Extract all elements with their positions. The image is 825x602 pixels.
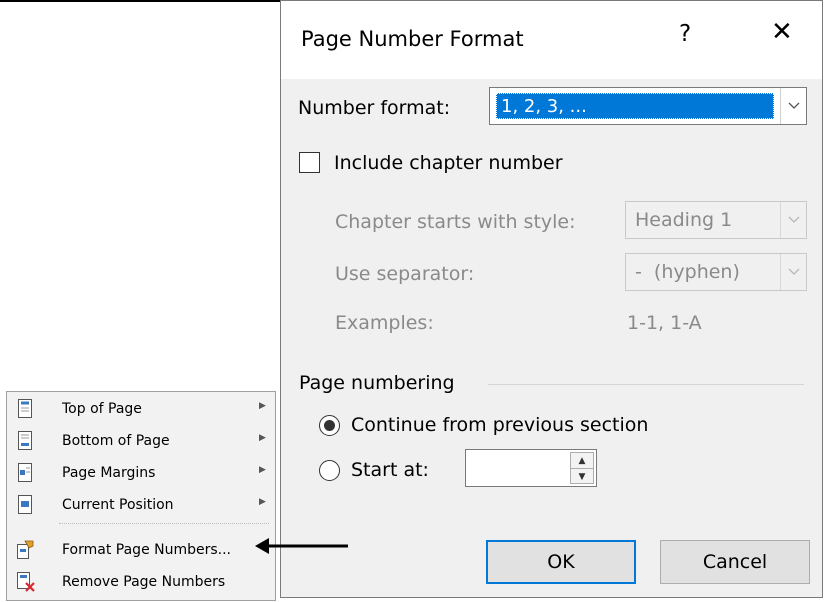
menu-item-remove-page-numbers[interactable]: Remove Page Numbers <box>7 567 275 597</box>
remove-page-numbers-icon <box>17 572 35 592</box>
top-border-line <box>0 0 281 2</box>
separator-select[interactable]: - (hyphen) <box>625 253 807 291</box>
page-numbers-menu: Top of Page ▶ Bottom of Page ▶ Page Marg… <box>6 391 276 601</box>
separator-label: Use separator: <box>335 263 475 285</box>
annotation-arrow-icon <box>255 538 348 554</box>
menu-item-label: Format Page Numbers... <box>62 542 232 558</box>
include-chapter-label: Include chapter number <box>334 152 563 174</box>
current-position-icon <box>18 495 32 514</box>
menu-item-page-margins[interactable]: Page Margins ▶ <box>7 458 275 488</box>
chapter-style-label: Chapter starts with style: <box>335 211 576 233</box>
start-at-radio[interactable] <box>319 460 340 481</box>
menu-item-label: Bottom of Page <box>62 433 170 449</box>
menu-item-label: Page Margins <box>62 465 156 481</box>
dialog-titlebar: Page Number Format ? ✕ <box>281 1 822 79</box>
page-margins-icon <box>18 463 32 482</box>
page-numbering-group-label: Page numbering <box>299 372 455 394</box>
menu-item-top-of-page[interactable]: Top of Page ▶ <box>7 394 275 424</box>
menu-item-label: Current Position <box>62 497 174 513</box>
start-at-spinner[interactable]: ▲ ▼ <box>465 449 597 487</box>
spin-buttons[interactable]: ▲ ▼ <box>570 452 594 484</box>
menu-separator <box>59 523 269 524</box>
continue-label: Continue from previous section <box>351 414 649 436</box>
submenu-arrow-icon: ▶ <box>259 401 266 411</box>
menu-item-label: Remove Page Numbers <box>62 574 226 590</box>
cancel-button[interactable]: Cancel <box>660 540 810 584</box>
submenu-arrow-icon: ▶ <box>259 465 266 475</box>
dialog-title: Page Number Format <box>301 27 524 51</box>
continue-radio[interactable] <box>319 415 340 436</box>
include-chapter-checkbox[interactable] <box>299 152 320 173</box>
group-divider <box>488 384 804 385</box>
chevron-down-icon[interactable] <box>780 202 806 238</box>
chapter-style-select[interactable]: Heading 1 <box>625 201 807 239</box>
page-top-icon <box>18 399 32 418</box>
spin-down-icon[interactable]: ▼ <box>571 469 593 484</box>
menu-item-current-position[interactable]: Current Position ▶ <box>7 490 275 520</box>
separator-value: - (hyphen) <box>635 261 740 283</box>
menu-item-format-page-numbers[interactable]: Format Page Numbers... <box>7 535 275 565</box>
menu-item-bottom-of-page[interactable]: Bottom of Page ▶ <box>7 426 275 456</box>
format-page-numbers-icon <box>17 540 34 559</box>
submenu-arrow-icon: ▶ <box>259 497 266 507</box>
submenu-arrow-icon: ▶ <box>259 433 266 443</box>
page-number-format-dialog: Page Number Format ? ✕ Number format: 1,… <box>280 0 823 598</box>
chapter-style-value: Heading 1 <box>635 209 733 231</box>
number-format-select[interactable]: 1, 2, 3, ... <box>489 87 807 125</box>
examples-value: 1-1, 1-A <box>627 312 702 334</box>
chevron-down-icon[interactable] <box>780 254 806 290</box>
number-format-value: 1, 2, 3, ... <box>496 93 774 119</box>
number-format-label: Number format: <box>298 97 451 119</box>
spin-up-icon[interactable]: ▲ <box>571 453 593 469</box>
chevron-down-icon[interactable] <box>780 88 806 124</box>
page-bottom-icon <box>18 431 32 450</box>
start-at-label: Start at: <box>351 459 429 481</box>
close-button[interactable]: ✕ <box>771 19 793 45</box>
help-button[interactable]: ? <box>679 21 691 47</box>
menu-item-label: Top of Page <box>62 401 142 417</box>
examples-label: Examples: <box>335 312 434 334</box>
ok-button[interactable]: OK <box>486 540 636 584</box>
